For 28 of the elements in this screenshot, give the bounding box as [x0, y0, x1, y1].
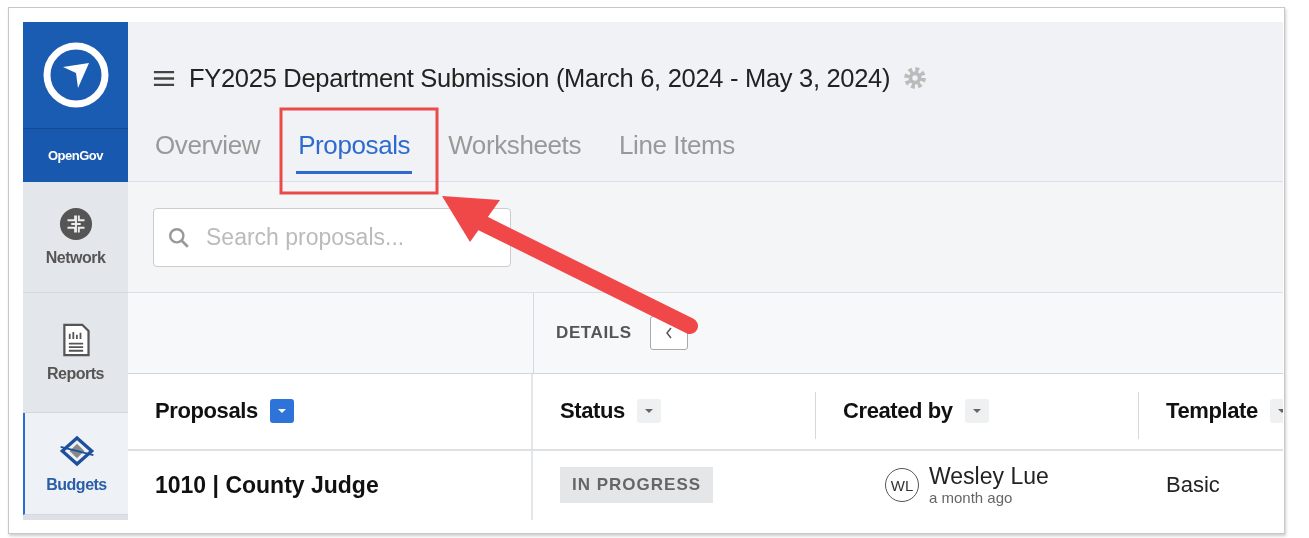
created-time: a month ago [929, 490, 1014, 506]
proposal-name[interactable]: 1010 | County Judge [155, 471, 379, 499]
budget-icon [58, 433, 95, 468]
search-icon [168, 226, 190, 249]
sidebar-item[interactable]: Budgets [23, 413, 128, 515]
caret-icon [276, 408, 287, 415]
menu-icon[interactable] [153, 68, 175, 88]
caret-icon [643, 408, 654, 415]
column-title: Created by [843, 398, 953, 425]
caret-icon [1276, 408, 1283, 415]
column-title: Status [560, 398, 625, 425]
details-label: DETAILS [556, 322, 632, 343]
search-field[interactable]: Search proposals... [153, 208, 511, 267]
sidebar-item[interactable]: Reports [23, 293, 128, 413]
brand-name: OpenGov [23, 128, 128, 182]
column-title: Proposals [155, 398, 258, 425]
creator-name: Wesley Lue [929, 465, 1049, 489]
status-badge: IN PROGRESS [560, 467, 714, 504]
tab[interactable]: Proposals [296, 119, 413, 174]
sidebar-item[interactable]: Network [23, 182, 128, 293]
filter-button[interactable] [269, 399, 294, 424]
column-title: Template [1166, 398, 1258, 425]
chevron-left-icon [663, 325, 674, 340]
network-icon [57, 207, 94, 241]
search-input[interactable]: Search proposals... [204, 223, 430, 252]
caret-icon [971, 408, 982, 415]
template-name: Basic [1166, 472, 1220, 499]
page-title: FY2025 Department Submission (March 6, 2024 - May 3, 2024) [189, 63, 891, 93]
